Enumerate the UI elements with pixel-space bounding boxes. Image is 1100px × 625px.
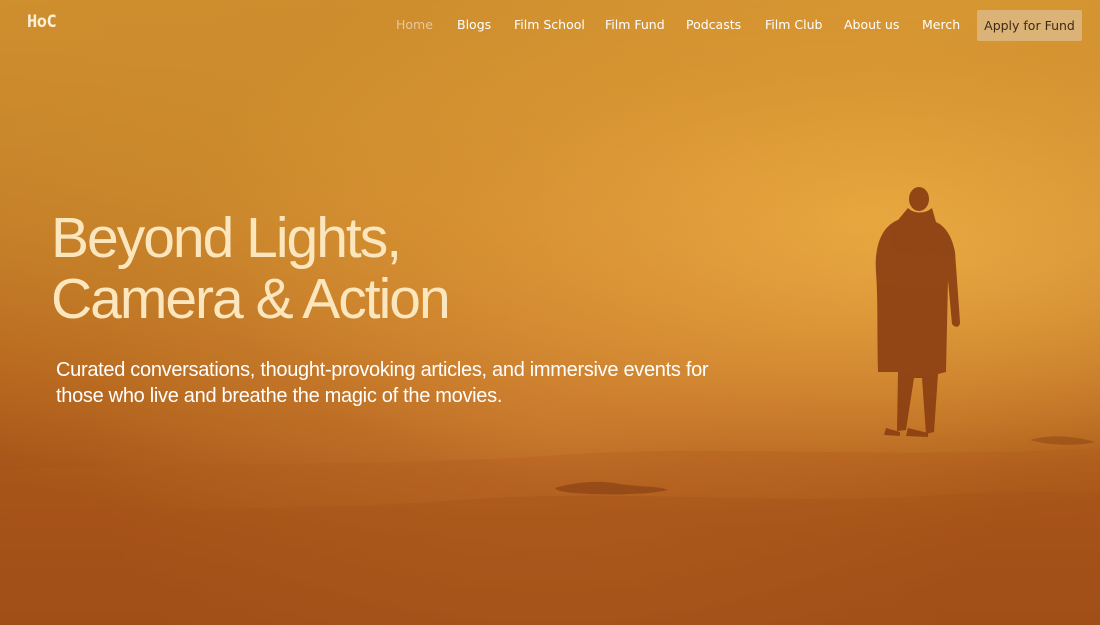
dune-ridge <box>0 448 1100 625</box>
nav-link-film-school[interactable]: Film School <box>514 17 585 32</box>
brand-logo[interactable]: HoC <box>27 12 57 32</box>
nav-link-home[interactable]: Home <box>396 17 433 32</box>
hero-title: Beyond Lights, Camera & Action <box>51 206 451 331</box>
nav-link-film-fund[interactable]: Film Fund <box>605 17 665 32</box>
footprint-shadow <box>1030 436 1095 445</box>
hero-subtitle-line: Curated conversations, thought-provoking… <box>56 359 709 381</box>
hero-subtitle-line: those who live and breathe the magic of … <box>56 385 503 407</box>
walking-figure-silhouette <box>875 187 960 437</box>
nav-link-merch[interactable]: Merch <box>922 17 960 32</box>
hero-page: HoC Home Blogs Film School Film Fund Pod… <box>0 0 1100 625</box>
nav-link-blogs[interactable]: Blogs <box>457 17 491 32</box>
hero-title-line: Camera & Action <box>51 267 451 331</box>
top-navbar: HoC Home Blogs Film School Film Fund Pod… <box>0 0 1100 50</box>
nav-link-film-club[interactable]: Film Club <box>765 17 822 32</box>
nav-link-podcasts[interactable]: Podcasts <box>686 17 741 32</box>
nav-link-about-us[interactable]: About us <box>844 17 899 32</box>
hero-title-line: Beyond Lights, <box>51 206 402 270</box>
apply-for-fund-button[interactable]: Apply for Fund <box>977 10 1082 41</box>
hero-subtitle: Curated conversations, thought-provoking… <box>56 357 776 409</box>
